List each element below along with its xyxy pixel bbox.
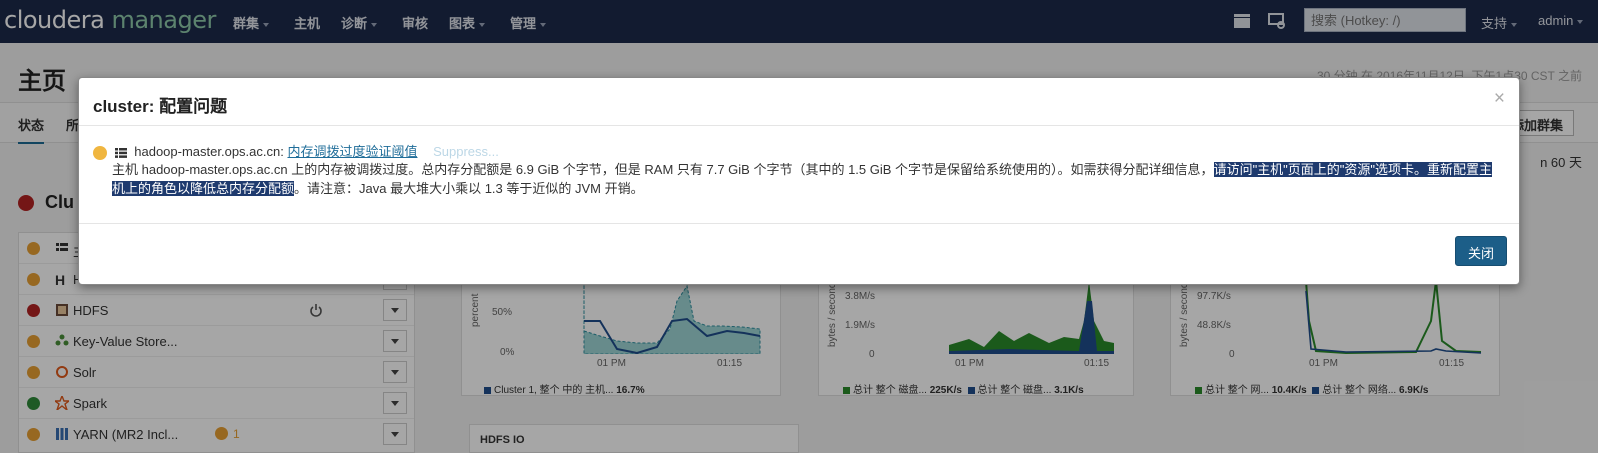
issue-host: hadoop-master.ops.ac.cn:: [134, 144, 284, 159]
issue-description: 主机 hadoop-master.ops.ac.cn 上的内存被调拨过度。总内存…: [112, 160, 1499, 198]
issue-text: 主机 hadoop-master.ops.ac.cn 上的内存被调拨过度。总内存…: [112, 162, 1214, 177]
divider: [79, 223, 1519, 224]
issue-text-tail: 。请注意：Java 最大堆大小乘以 1.3 等于近似的 JVM 开销。: [294, 181, 644, 196]
close-button[interactable]: 关闭: [1454, 236, 1507, 266]
warning-dot-icon: [93, 145, 107, 160]
issue-threshold-link[interactable]: 内存调拨过度验证阈值: [287, 144, 417, 159]
suppress-link[interactable]: Suppress...: [433, 144, 499, 159]
hosts-grid-icon: [114, 147, 127, 158]
config-issues-dialog: cluster: 配置问题 × hadoop-master.ops.ac.cn:…: [78, 77, 1520, 285]
close-icon[interactable]: ×: [1494, 88, 1505, 110]
dialog-title: cluster: 配置问题: [93, 97, 228, 116]
divider: [79, 125, 1519, 126]
issue-header: hadoop-master.ops.ac.cn: 内存调拨过度验证阈值 Supp…: [93, 141, 499, 160]
